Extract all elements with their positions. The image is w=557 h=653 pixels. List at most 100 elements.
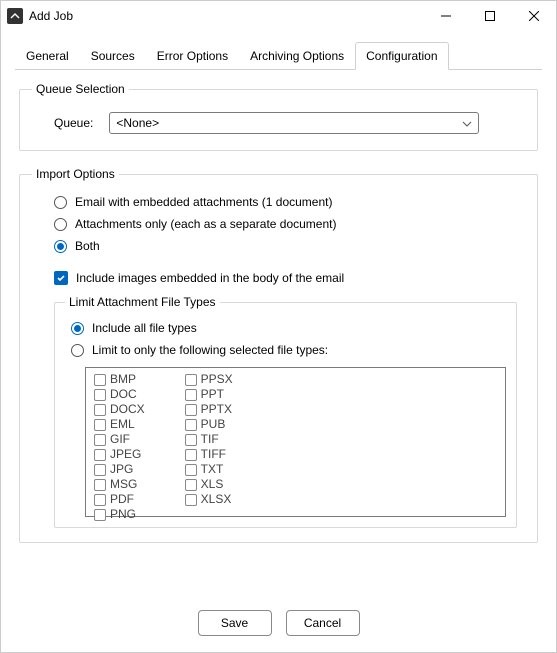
file-type-item[interactable]: DOC bbox=[94, 387, 145, 402]
tab-configuration[interactable]: Configuration bbox=[355, 42, 448, 70]
maximize-button[interactable] bbox=[468, 1, 512, 31]
file-type-checkbox[interactable] bbox=[94, 434, 106, 446]
file-type-label: TIF bbox=[201, 432, 219, 447]
tab-sources[interactable]: Sources bbox=[80, 42, 146, 70]
file-type-item[interactable]: XLS bbox=[185, 477, 233, 492]
file-type-item[interactable]: TIFF bbox=[185, 447, 233, 462]
queue-selection-legend: Queue Selection bbox=[32, 82, 129, 96]
file-type-label: PPT bbox=[201, 387, 224, 402]
file-type-checkbox[interactable] bbox=[94, 419, 106, 431]
file-type-item[interactable]: TXT bbox=[185, 462, 233, 477]
tab-panel-configuration: Queue Selection Queue: <None> Import Opt… bbox=[15, 70, 542, 543]
file-type-checkbox[interactable] bbox=[185, 419, 197, 431]
limit-file-types-legend: Limit Attachment File Types bbox=[65, 295, 220, 309]
file-type-label: PPTX bbox=[201, 402, 232, 417]
radio-attachments-only-label: Attachments only (each as a separate doc… bbox=[75, 217, 336, 231]
close-button[interactable] bbox=[512, 1, 556, 31]
radio-limit-selected[interactable] bbox=[71, 344, 84, 357]
minimize-button[interactable] bbox=[424, 1, 468, 31]
file-type-checkbox[interactable] bbox=[185, 479, 197, 491]
file-type-item[interactable]: DOCX bbox=[94, 402, 145, 417]
file-type-item[interactable]: MSG bbox=[94, 477, 145, 492]
radio-attachments-only[interactable] bbox=[54, 218, 67, 231]
file-types-column-2: PPSXPPTPPTXPUBTIFTIFFTXTXLSXLSX bbox=[185, 372, 233, 522]
file-type-label: DOCX bbox=[110, 402, 145, 417]
file-type-item[interactable]: EML bbox=[94, 417, 145, 432]
titlebar: Add Job bbox=[1, 1, 556, 31]
file-type-checkbox[interactable] bbox=[94, 374, 106, 386]
file-type-label: TIFF bbox=[201, 447, 226, 462]
file-type-checkbox[interactable] bbox=[185, 464, 197, 476]
tab-archiving-options[interactable]: Archiving Options bbox=[239, 42, 355, 70]
file-type-item[interactable]: TIF bbox=[185, 432, 233, 447]
file-type-item[interactable]: PPSX bbox=[185, 372, 233, 387]
file-type-label: JPG bbox=[110, 462, 133, 477]
radio-both[interactable] bbox=[54, 240, 67, 253]
file-type-label: XLSX bbox=[201, 492, 232, 507]
file-type-label: DOC bbox=[110, 387, 137, 402]
window-title: Add Job bbox=[29, 9, 424, 23]
file-type-label: JPEG bbox=[110, 447, 141, 462]
radio-limit-selected-label: Limit to only the following selected fil… bbox=[92, 343, 328, 357]
file-type-label: TXT bbox=[201, 462, 224, 477]
file-type-checkbox[interactable] bbox=[94, 479, 106, 491]
file-type-label: BMP bbox=[110, 372, 136, 387]
queue-label: Queue: bbox=[54, 116, 93, 130]
file-types-column-1: BMPDOCDOCXEMLGIFJPEGJPGMSGPDFPNG bbox=[94, 372, 145, 522]
queue-selection-group: Queue Selection Queue: <None> bbox=[19, 82, 538, 151]
file-type-label: EML bbox=[110, 417, 135, 432]
file-type-item[interactable]: JPEG bbox=[94, 447, 145, 462]
queue-select-value: <None> bbox=[116, 116, 159, 130]
file-type-label: GIF bbox=[110, 432, 130, 447]
file-type-item[interactable]: PPTX bbox=[185, 402, 233, 417]
radio-email-embedded[interactable] bbox=[54, 196, 67, 209]
import-options-group: Import Options Email with embedded attac… bbox=[19, 167, 538, 543]
file-type-item[interactable]: PUB bbox=[185, 417, 233, 432]
file-type-item[interactable]: PNG bbox=[94, 507, 145, 522]
file-type-label: PPSX bbox=[201, 372, 233, 387]
dialog-footer: Save Cancel bbox=[1, 594, 556, 652]
radio-email-embedded-label: Email with embedded attachments (1 docum… bbox=[75, 195, 332, 209]
file-type-item[interactable]: BMP bbox=[94, 372, 145, 387]
file-type-checkbox[interactable] bbox=[185, 494, 197, 506]
file-type-label: PDF bbox=[110, 492, 134, 507]
import-options-legend: Import Options bbox=[32, 167, 119, 181]
file-type-item[interactable]: JPG bbox=[94, 462, 145, 477]
file-type-checkbox[interactable] bbox=[94, 389, 106, 401]
file-type-checkbox[interactable] bbox=[185, 389, 197, 401]
file-type-checkbox[interactable] bbox=[94, 509, 106, 521]
file-types-listbox[interactable]: BMPDOCDOCXEMLGIFJPEGJPGMSGPDFPNG PPSXPPT… bbox=[85, 367, 506, 517]
file-type-label: MSG bbox=[110, 477, 137, 492]
radio-include-all-label: Include all file types bbox=[92, 321, 197, 335]
content-area: General Sources Error Options Archiving … bbox=[1, 31, 556, 594]
file-type-checkbox[interactable] bbox=[94, 404, 106, 416]
file-type-checkbox[interactable] bbox=[94, 449, 106, 461]
file-type-item[interactable]: XLSX bbox=[185, 492, 233, 507]
tab-general[interactable]: General bbox=[15, 42, 80, 70]
file-type-label: PNG bbox=[110, 507, 136, 522]
cancel-button[interactable]: Cancel bbox=[286, 610, 360, 636]
file-type-checkbox[interactable] bbox=[185, 404, 197, 416]
limit-file-types-group: Limit Attachment File Types Include all … bbox=[54, 295, 517, 528]
file-type-item[interactable]: PDF bbox=[94, 492, 145, 507]
file-type-checkbox[interactable] bbox=[185, 449, 197, 461]
file-type-label: XLS bbox=[201, 477, 224, 492]
file-type-label: PUB bbox=[201, 417, 226, 432]
radio-both-label: Both bbox=[75, 239, 100, 253]
file-type-item[interactable]: PPT bbox=[185, 387, 233, 402]
tab-error-options[interactable]: Error Options bbox=[146, 42, 239, 70]
tab-strip: General Sources Error Options Archiving … bbox=[15, 41, 542, 70]
file-type-checkbox[interactable] bbox=[94, 494, 106, 506]
file-type-checkbox[interactable] bbox=[185, 434, 197, 446]
chevron-down-icon bbox=[462, 116, 472, 130]
checkbox-include-images[interactable] bbox=[54, 271, 68, 285]
queue-select[interactable]: <None> bbox=[109, 112, 479, 134]
file-type-item[interactable]: GIF bbox=[94, 432, 145, 447]
radio-include-all[interactable] bbox=[71, 322, 84, 335]
app-icon bbox=[7, 8, 23, 24]
save-button[interactable]: Save bbox=[198, 610, 272, 636]
checkbox-include-images-label: Include images embedded in the body of t… bbox=[76, 271, 344, 285]
file-type-checkbox[interactable] bbox=[94, 464, 106, 476]
dialog-window: Add Job General Sources Error Options Ar… bbox=[0, 0, 557, 653]
file-type-checkbox[interactable] bbox=[185, 374, 197, 386]
